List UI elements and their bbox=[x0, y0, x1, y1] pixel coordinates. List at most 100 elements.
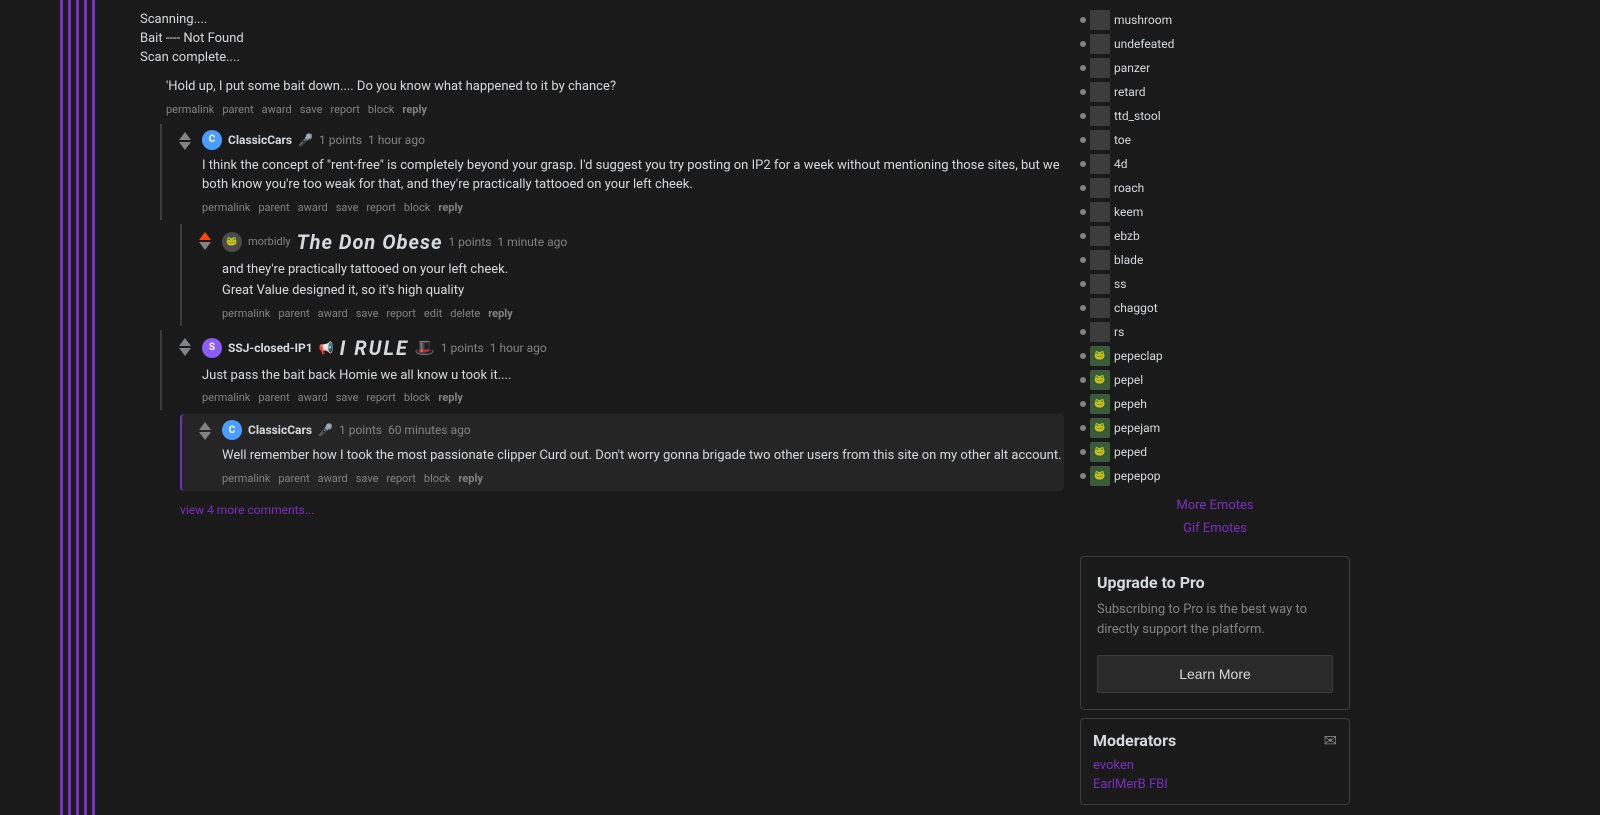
cc1-block[interactable]: block bbox=[404, 201, 430, 214]
emote-name-4d[interactable]: 4d bbox=[1114, 157, 1128, 171]
emote-name-pepepop[interactable]: pepepop bbox=[1114, 469, 1161, 483]
mod-link-evoken[interactable]: evoken bbox=[1093, 758, 1337, 773]
emote-name-peped[interactable]: peped bbox=[1114, 445, 1147, 459]
emote-name-pepejam[interactable]: pepejam bbox=[1114, 421, 1160, 435]
emote-name-rs[interactable]: rs bbox=[1114, 325, 1124, 339]
cc1-username[interactable]: ClassicCars bbox=[228, 133, 292, 147]
emote-name-undefeated[interactable]: undefeated bbox=[1114, 37, 1174, 51]
cc2-username[interactable]: ClassicCars bbox=[248, 423, 312, 437]
cc2-block[interactable]: block bbox=[424, 472, 450, 485]
emote-name-ttd[interactable]: ttd_stool bbox=[1114, 109, 1161, 123]
moderators-title: Moderators bbox=[1093, 731, 1176, 750]
downvote-arrow-mob[interactable] bbox=[199, 242, 211, 250]
mob-parent[interactable]: parent bbox=[278, 307, 309, 320]
emote-img-retard bbox=[1090, 82, 1110, 102]
cc2-award[interactable]: award bbox=[318, 472, 348, 485]
mob-report[interactable]: report bbox=[386, 307, 416, 320]
cc2-vote bbox=[194, 422, 216, 440]
upvote-arrow-mob[interactable] bbox=[199, 232, 211, 240]
more-emotes-button[interactable]: More Emotes bbox=[1080, 498, 1350, 513]
cc1-save[interactable]: save bbox=[336, 201, 359, 214]
emote-name-pepel[interactable]: pepel bbox=[1114, 373, 1143, 387]
cc1-parent[interactable]: parent bbox=[258, 201, 289, 214]
upvote-arrow-ssj[interactable] bbox=[179, 338, 191, 346]
mob-award[interactable]: award bbox=[318, 307, 348, 320]
upvote-arrow-cc2[interactable] bbox=[199, 422, 211, 430]
downvote-arrow-cc2[interactable] bbox=[199, 432, 211, 440]
action-save[interactable]: save bbox=[300, 103, 323, 116]
mob-permalink[interactable]: permalink bbox=[222, 307, 270, 320]
comment-bait: 'Hold up, I put some bait down.... Do yo… bbox=[140, 73, 1064, 120]
cc2-save[interactable]: save bbox=[356, 472, 379, 485]
emote-name-pepeclap[interactable]: pepeclap bbox=[1114, 349, 1163, 363]
view-more-comments[interactable]: view 4 more comments... bbox=[180, 495, 1064, 525]
emote-name-chaggot[interactable]: chaggot bbox=[1114, 301, 1158, 315]
ssj-parent[interactable]: parent bbox=[258, 391, 289, 404]
ssj-permalink[interactable]: permalink bbox=[202, 391, 250, 404]
emote-dot-pepeh bbox=[1080, 401, 1086, 407]
emote-name-roach[interactable]: roach bbox=[1114, 181, 1144, 195]
ssj-text: Just pass the bait back Homie we all kno… bbox=[202, 366, 1064, 386]
action-report[interactable]: report bbox=[330, 103, 360, 116]
mob-delete[interactable]: delete bbox=[450, 307, 480, 320]
ssj-actions: permalink parent award save report block… bbox=[202, 391, 1064, 404]
upvote-arrow-cc1[interactable] bbox=[179, 132, 191, 140]
emote-name-toe[interactable]: toe bbox=[1114, 133, 1131, 147]
cc1-actions: permalink parent award save report block… bbox=[202, 201, 1064, 214]
moderators-header: Moderators ✉ bbox=[1093, 731, 1337, 750]
ssj-award[interactable]: award bbox=[298, 391, 328, 404]
emote-img-ttd bbox=[1090, 106, 1110, 126]
cc1-permalink[interactable]: permalink bbox=[202, 201, 250, 214]
emote-name-ss[interactable]: ss bbox=[1114, 277, 1126, 291]
mob-actions: permalink parent award save report edit … bbox=[222, 307, 1064, 320]
emote-img-pepeclap: 🐸 bbox=[1090, 346, 1110, 366]
downvote-arrow-cc1[interactable] bbox=[179, 142, 191, 150]
emote-dot-ebzb bbox=[1080, 233, 1086, 239]
gif-emotes-button[interactable]: Gif Emotes bbox=[1080, 521, 1350, 536]
cc1-award[interactable]: award bbox=[298, 201, 328, 214]
mob-edit[interactable]: edit bbox=[424, 307, 442, 320]
action-award[interactable]: award bbox=[262, 103, 292, 116]
emote-name-retard[interactable]: retard bbox=[1114, 85, 1146, 99]
cc2-permalink[interactable]: permalink bbox=[222, 472, 270, 485]
cc2-reply[interactable]: reply bbox=[458, 472, 483, 485]
emote-name-blade[interactable]: blade bbox=[1114, 253, 1143, 267]
emote-name-panzer[interactable]: panzer bbox=[1114, 61, 1150, 75]
bait-actions: permalink parent award save report block… bbox=[166, 103, 616, 116]
emote-dot-chaggot bbox=[1080, 305, 1086, 311]
action-block[interactable]: block bbox=[368, 103, 394, 116]
mail-icon[interactable]: ✉ bbox=[1324, 731, 1337, 750]
emote-name-mushroom[interactable]: mushroom bbox=[1114, 13, 1172, 27]
action-permalink[interactable]: permalink bbox=[166, 103, 214, 116]
mob-reply[interactable]: reply bbox=[488, 307, 513, 320]
cc2-flair: 🎤 bbox=[318, 423, 333, 437]
emote-name-keem[interactable]: keem bbox=[1114, 205, 1143, 219]
mob-save[interactable]: save bbox=[356, 307, 379, 320]
cc1-time: 1 hour ago bbox=[368, 133, 425, 147]
cc2-parent[interactable]: parent bbox=[278, 472, 309, 485]
ssj-block[interactable]: block bbox=[404, 391, 430, 404]
ssj-save[interactable]: save bbox=[336, 391, 359, 404]
ssj-reply[interactable]: reply bbox=[438, 391, 463, 404]
emote-dot-pepejam bbox=[1080, 425, 1086, 431]
cc1-report[interactable]: report bbox=[366, 201, 396, 214]
scan-message-1: Scanning.... bbox=[140, 8, 1064, 29]
ssj-report[interactable]: report bbox=[366, 391, 396, 404]
mob-header: 🐸 morbidly The Don Obese 1 points 1 minu… bbox=[222, 230, 1064, 254]
ssj-time: 1 hour ago bbox=[490, 341, 547, 355]
cc2-report[interactable]: report bbox=[386, 472, 416, 485]
upgrade-pro-section: Upgrade to Pro Subscribing to Pro is the… bbox=[1080, 556, 1350, 710]
mob-time: 1 minute ago bbox=[497, 235, 567, 249]
learn-more-button[interactable]: Learn More bbox=[1097, 655, 1333, 693]
ssj-username[interactable]: SSJ-closed-IP1 bbox=[228, 341, 313, 355]
cc1-reply[interactable]: reply bbox=[438, 201, 463, 214]
cc2-body: C ClassicCars 🎤 1 points 60 minutes ago … bbox=[222, 420, 1064, 485]
emote-dot-keem bbox=[1080, 209, 1086, 215]
mod-link-earlmerb[interactable]: EarlMerB FBI bbox=[1093, 777, 1337, 792]
mob-username-label[interactable]: morbidly bbox=[248, 235, 291, 248]
emote-name-ebzb[interactable]: ebzb bbox=[1114, 229, 1140, 243]
action-parent[interactable]: parent bbox=[222, 103, 253, 116]
action-reply[interactable]: reply bbox=[402, 103, 427, 116]
emote-name-pepeh[interactable]: pepeh bbox=[1114, 397, 1147, 411]
downvote-arrow-ssj[interactable] bbox=[179, 348, 191, 356]
